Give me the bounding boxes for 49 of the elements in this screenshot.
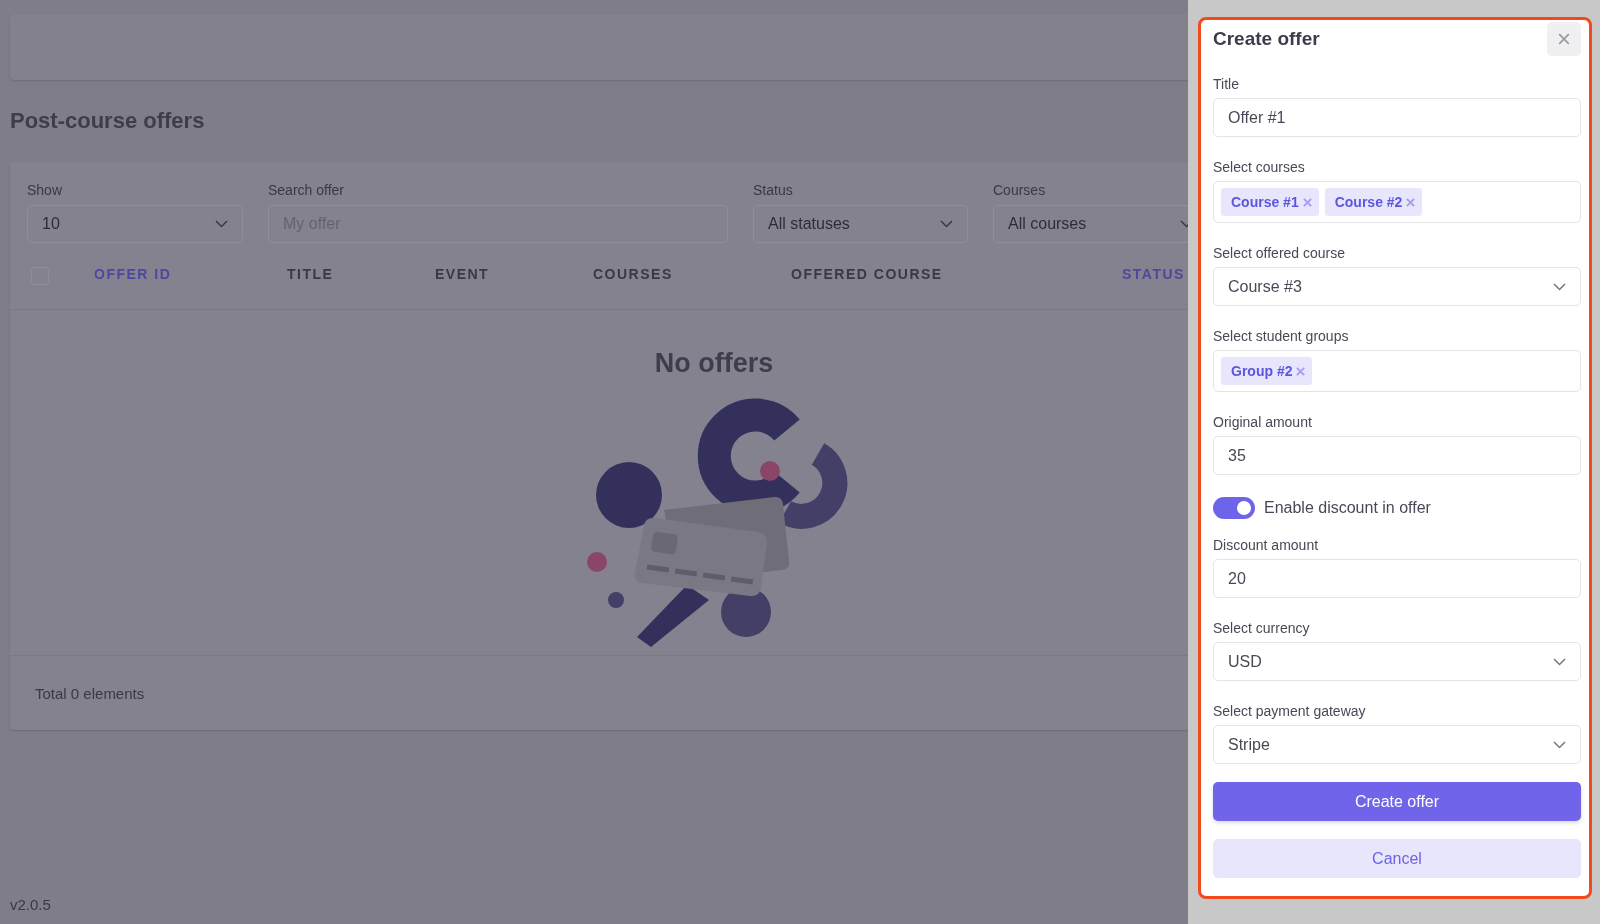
cancel-button[interactable]: Cancel [1213,839,1581,878]
column-header[interactable]: OFFERED COURSE [791,266,943,282]
filter-select[interactable]: 10 [27,205,243,243]
close-icon [1296,366,1306,376]
field-label: Original amount [1213,414,1313,430]
select-field[interactable]: Course #3 [1213,267,1581,306]
chevron-down-icon [1553,282,1566,291]
tag-chip[interactable]: Group #2 [1221,357,1313,385]
input-field[interactable]: 20 [1213,559,1581,598]
field-label: Select student groups [1213,328,1350,344]
close-icon [1558,33,1570,45]
field-label: Select payment gateway [1213,703,1367,719]
filter-label: Show [27,182,64,198]
close-button[interactable] [1547,22,1581,56]
field-label: Title [1213,76,1240,92]
filter-label: Search offer [268,182,345,198]
chevron-down-icon [215,220,228,228]
filter-select[interactable]: All courses [993,205,1188,243]
drawer-title: Create offer [1213,28,1320,50]
field-label: Discount amount [1213,537,1320,553]
field-label: Select offered course [1213,245,1347,261]
toggle-switch[interactable] [1213,497,1255,519]
select-field[interactable]: Stripe [1213,725,1581,764]
multi-select-field[interactable]: Group #2 [1213,350,1581,392]
tag-chip[interactable]: Course #1 [1221,188,1319,216]
chevron-down-icon [1553,740,1566,749]
empty-state-title: No offers [654,348,774,379]
filter-label: Courses [993,182,1047,198]
total-count: Total 0 elements [35,684,145,702]
select-field[interactable]: USD [1213,642,1581,681]
field-label: Select courses [1213,159,1306,175]
multi-select-field[interactable]: Course #1 Course #2 [1213,181,1581,223]
input-field[interactable]: Offer #1 [1213,98,1581,137]
page-title: Post-course offers [10,108,206,134]
create-button[interactable]: Create offer [1213,782,1581,821]
column-header[interactable]: EVENT [435,266,490,282]
close-icon [1406,197,1416,207]
filter-label: Status [753,182,794,198]
version-label: v2.0.5 [10,896,51,913]
chevron-down-icon [1553,657,1566,666]
toggle-label: Enable discount in offer [1264,499,1431,517]
chevron-down-icon [940,220,953,228]
tag-chip[interactable]: Course #2 [1324,188,1423,216]
column-header[interactable]: COURSES [593,266,673,282]
column-header[interactable]: TITLE [287,266,334,282]
field-label: Select currency [1213,620,1311,636]
filter-select[interactable]: All statuses [753,205,968,243]
close-icon [1302,197,1312,207]
input-field[interactable]: 35 [1213,436,1581,475]
